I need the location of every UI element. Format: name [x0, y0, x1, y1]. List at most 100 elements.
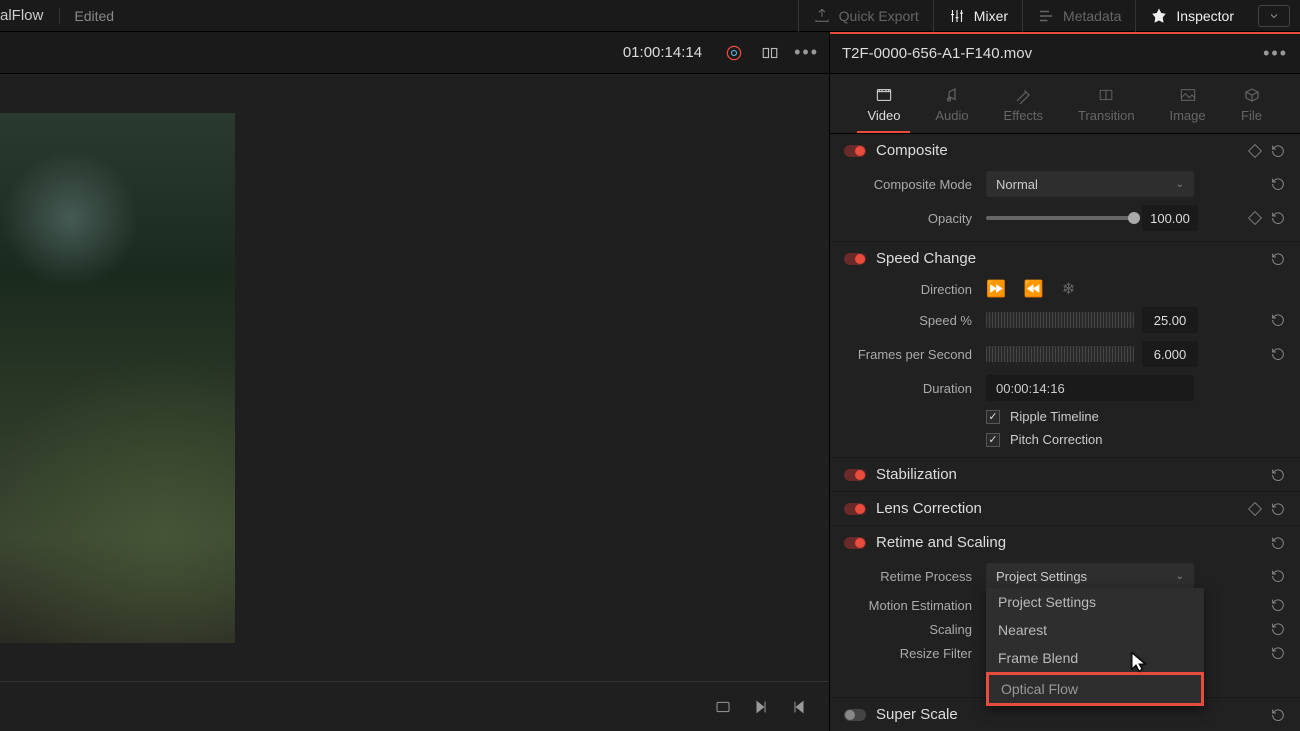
loop-icon[interactable] [713, 697, 733, 717]
opacity-slider[interactable] [986, 216, 1134, 220]
reset-icon[interactable] [1270, 535, 1286, 551]
metadata-button[interactable]: Metadata [1022, 0, 1135, 32]
export-icon [813, 7, 831, 25]
motion-estimation-label: Motion Estimation [844, 598, 978, 613]
chevron-down-icon: ⌄ [1176, 571, 1184, 582]
composite-title: Composite [876, 142, 1240, 159]
reset-icon[interactable] [1270, 621, 1286, 637]
next-frame-icon[interactable] [751, 697, 771, 717]
mixer-icon [948, 7, 966, 25]
freeze-icon[interactable]: ❄ [1062, 279, 1075, 299]
reset-icon[interactable] [1270, 346, 1286, 362]
reset-icon[interactable] [1270, 707, 1286, 723]
expand-dropdown[interactable] [1258, 5, 1290, 27]
direction-label: Direction [844, 282, 978, 297]
reset-icon[interactable] [1270, 501, 1286, 517]
reset-icon[interactable] [1270, 467, 1286, 483]
top-toolbar: alFlow Edited Quick Export Mixer Metadat… [0, 0, 1300, 32]
transport-controls [0, 681, 829, 731]
tab-video[interactable]: Video [857, 82, 910, 133]
composite-mode-label: Composite Mode [844, 177, 978, 192]
speed-percent-label: Speed % [844, 313, 978, 328]
quick-export-label: Quick Export [839, 8, 919, 24]
opacity-input[interactable]: 100.00 [1142, 205, 1198, 231]
reset-icon[interactable] [1270, 597, 1286, 613]
preview-image [0, 113, 235, 643]
reset-icon[interactable] [1270, 210, 1286, 226]
viewer-timecode: 01:00:14:14 [623, 44, 702, 61]
option-optical-flow[interactable]: Optical Flow [986, 672, 1204, 706]
scaling-label: Scaling [844, 622, 978, 637]
inspector-menu-icon[interactable]: ••• [1263, 43, 1288, 64]
keyframe-icon[interactable] [1248, 143, 1262, 157]
sub-header: 01:00:14:14 ••• T2F-0000-656-A1-F140.mov… [0, 32, 1300, 74]
audio-icon [941, 86, 963, 104]
composite-section: Composite Composite Mode Normal ⌄ Opacit… [830, 134, 1300, 242]
tab-transition[interactable]: Transition [1068, 82, 1145, 133]
tab-image[interactable]: Image [1159, 82, 1215, 133]
metadata-icon [1037, 7, 1055, 25]
fps-input[interactable]: 6.000 [1142, 341, 1198, 367]
retime-toggle[interactable] [844, 537, 866, 549]
pitch-checkbox[interactable]: ✓ Pitch Correction [986, 432, 1286, 447]
video-icon [873, 86, 895, 104]
resize-filter-label: Resize Filter [844, 646, 978, 661]
retime-title: Retime and Scaling [876, 534, 1260, 551]
effects-icon [1012, 86, 1034, 104]
lens-toggle[interactable] [844, 503, 866, 515]
forward-icon[interactable]: ⏩ [986, 279, 1006, 299]
edited-badge: Edited [59, 8, 114, 24]
fps-slider[interactable] [986, 346, 1134, 362]
reset-icon[interactable] [1270, 645, 1286, 661]
speed-toggle[interactable] [844, 253, 866, 265]
tab-audio[interactable]: Audio [925, 82, 978, 133]
reset-icon[interactable] [1270, 251, 1286, 267]
retime-process-label: Retime Process [844, 569, 978, 584]
scopes-icon[interactable] [722, 41, 746, 65]
tab-file[interactable]: File [1231, 82, 1273, 133]
inspector-button[interactable]: Inspector [1135, 0, 1248, 32]
image-icon [1177, 86, 1199, 104]
reset-icon[interactable] [1270, 312, 1286, 328]
speed-slider[interactable] [986, 312, 1134, 328]
reset-icon[interactable] [1270, 568, 1286, 584]
mixer-label: Mixer [974, 8, 1008, 24]
inspector-label: Inspector [1176, 8, 1234, 24]
stabilization-toggle[interactable] [844, 469, 866, 481]
viewer-menu-icon[interactable]: ••• [794, 42, 819, 63]
inspector-tabs: Video Audio Effects Transition Image Fil… [830, 74, 1300, 134]
retime-process-dropdown[interactable]: Project Settings ⌄ [986, 563, 1194, 589]
superscale-toggle[interactable] [844, 709, 866, 721]
tab-effects[interactable]: Effects [994, 82, 1054, 133]
ripple-checkbox[interactable]: ✓ Ripple Timeline [986, 409, 1286, 424]
viewer-canvas[interactable] [0, 74, 829, 681]
keyframe-icon[interactable] [1248, 211, 1262, 225]
quick-export-button[interactable]: Quick Export [798, 0, 933, 32]
reverse-icon[interactable]: ⏪ [1024, 279, 1044, 299]
reset-icon[interactable] [1270, 143, 1286, 159]
composite-toggle[interactable] [844, 145, 866, 157]
dual-view-icon[interactable] [758, 41, 782, 65]
keyframe-icon[interactable] [1248, 501, 1262, 515]
option-nearest[interactable]: Nearest [986, 616, 1204, 644]
speed-section: Speed Change Direction ⏩ ⏪ ❄ Speed % 25.… [830, 242, 1300, 458]
duration-label: Duration [844, 381, 978, 396]
composite-mode-dropdown[interactable]: Normal ⌄ [986, 171, 1194, 197]
mixer-button[interactable]: Mixer [933, 0, 1022, 32]
duration-input[interactable]: 00:00:14:16 [986, 375, 1194, 401]
inspector-icon [1150, 7, 1168, 25]
option-frame-blend[interactable]: Frame Blend [986, 644, 1204, 672]
lens-title: Lens Correction [876, 500, 1240, 517]
retime-section: Retime and Scaling Retime Process Projec… [830, 526, 1300, 698]
file-icon [1241, 86, 1263, 104]
speed-input[interactable]: 25.00 [1142, 307, 1198, 333]
superscale-title: Super Scale [876, 706, 1260, 723]
option-project-settings[interactable]: Project Settings [986, 588, 1204, 616]
prev-frame-icon[interactable] [789, 697, 809, 717]
lens-section: Lens Correction [830, 492, 1300, 526]
fps-label: Frames per Second [844, 347, 978, 362]
chevron-down-icon: ⌄ [1176, 179, 1184, 190]
project-title: alFlow [0, 7, 43, 24]
reset-icon[interactable] [1270, 176, 1286, 192]
mouse-cursor-icon [1130, 651, 1148, 679]
